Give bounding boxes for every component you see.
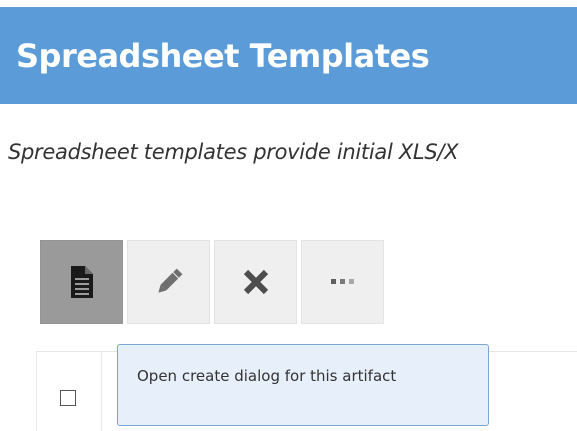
page: Spreadsheet Templates Spreadsheet templa… [0, 0, 577, 431]
tooltip-text: Open create dialog for this artifact [137, 367, 397, 385]
table-column-divider [101, 351, 102, 431]
tooltip: Open create dialog for this artifact [117, 344, 489, 426]
create-button[interactable] [40, 240, 123, 324]
edit-button[interactable] [127, 240, 210, 324]
delete-button[interactable] [214, 240, 297, 324]
document-icon [70, 266, 93, 298]
page-title: Spreadsheet Templates [16, 37, 430, 75]
page-description: Spreadsheet templates provide initial XL… [8, 140, 459, 164]
pencil-icon [157, 268, 182, 293]
more-dots-icon [330, 279, 354, 284]
page-header: Spreadsheet Templates [0, 7, 577, 104]
more-button[interactable] [301, 240, 384, 324]
row-checkbox[interactable] [60, 390, 76, 406]
x-icon [243, 269, 268, 295]
table-left-border [36, 351, 37, 431]
